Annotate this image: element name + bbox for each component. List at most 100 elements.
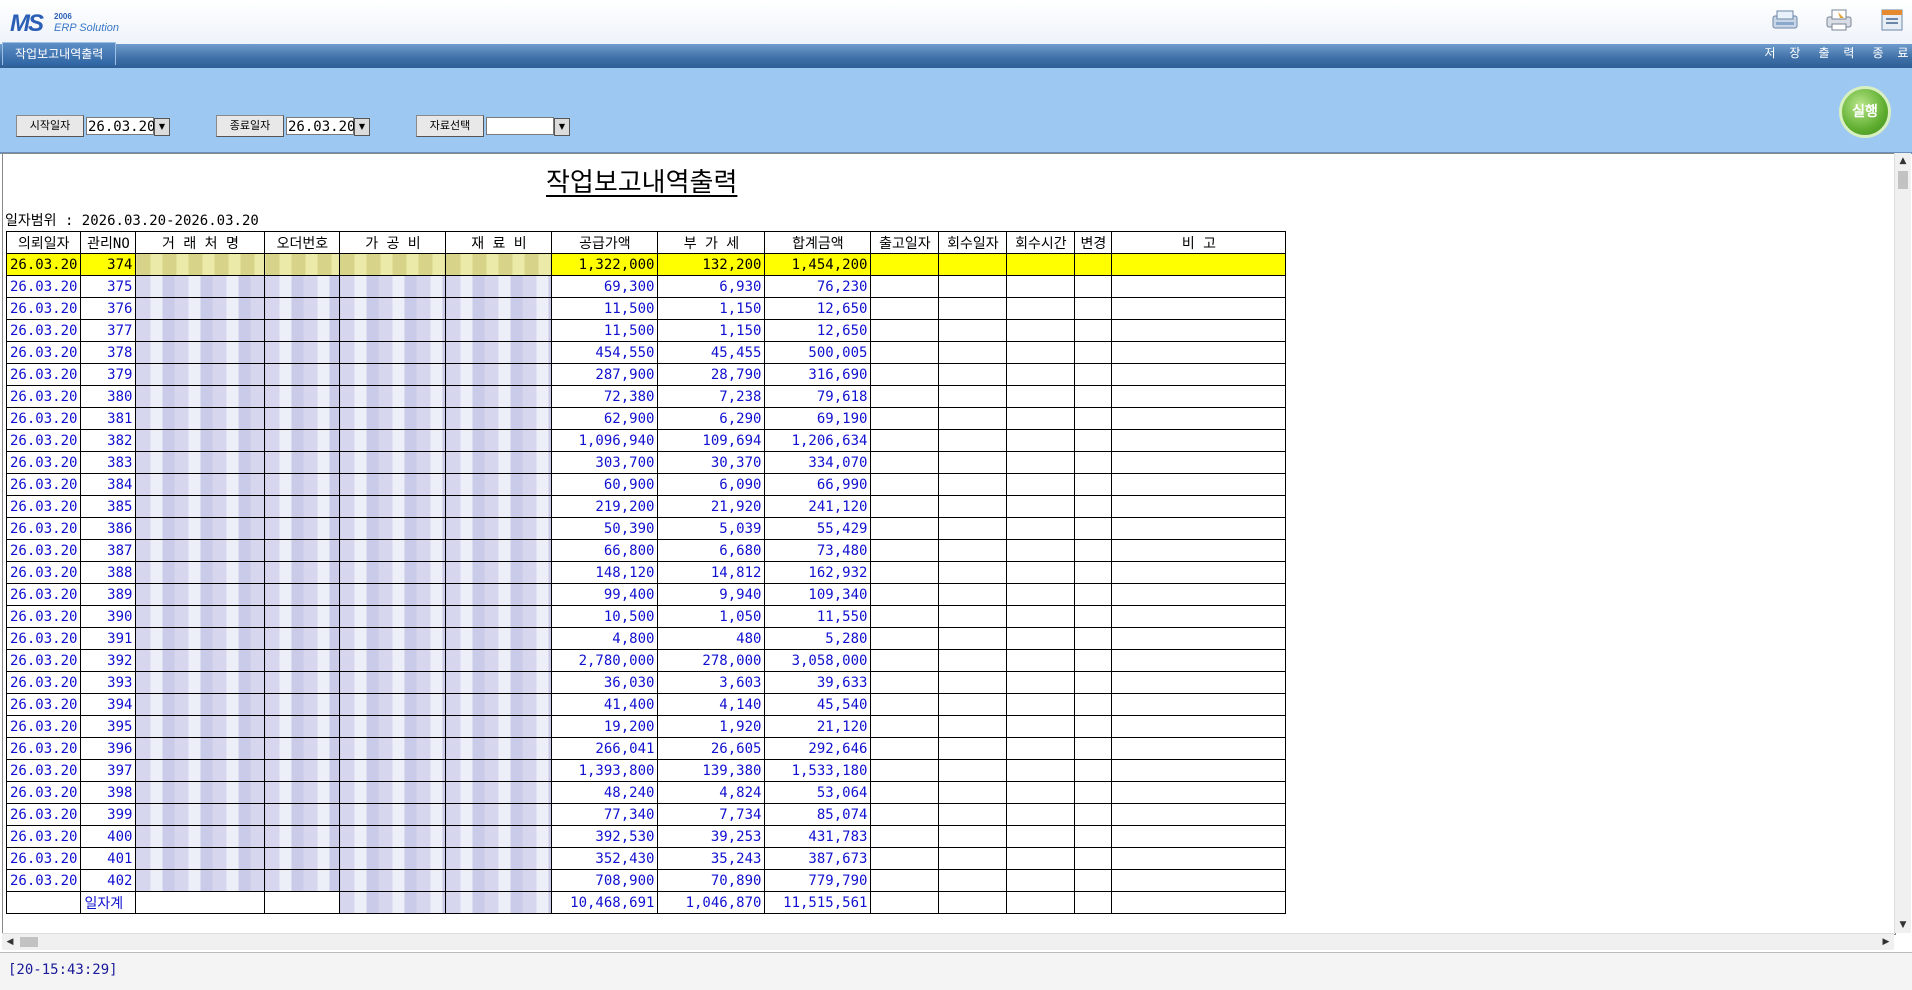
column-header[interactable]: 오더번호 [264, 231, 341, 254]
table-row[interactable]: 26.03.20 382 1,096,940 109,694 1,206,634 [5, 429, 1287, 452]
column-header[interactable]: 변경 [1074, 231, 1113, 254]
table-row[interactable]: 26.03.20 374 1,322,000 132,200 1,454,200 [5, 253, 1287, 276]
table-row[interactable]: 26.03.20 393 36,030 3,603 39,633 [5, 671, 1287, 694]
start-date-field[interactable]: 26.03.20 [86, 117, 155, 135]
cell-no: 402 [80, 869, 137, 892]
cell-change [1074, 561, 1113, 584]
start-date-dropdown[interactable]: ▼ [154, 118, 170, 136]
cell-date: 26.03.20 [5, 275, 82, 298]
column-header[interactable]: 거 래 처 명 [135, 231, 266, 254]
scroll-thumb[interactable] [1898, 171, 1908, 189]
cell-return-time [1006, 803, 1076, 826]
table-row[interactable]: 26.03.20 392 2,780,000 278,000 3,058,000 [5, 649, 1287, 672]
table-row[interactable]: 26.03.20 395 19,200 1,920 21,120 [5, 715, 1287, 738]
column-header[interactable]: 비 고 [1111, 231, 1287, 254]
cell-no: 378 [80, 341, 137, 364]
total-ship [870, 891, 940, 914]
table-row[interactable]: 26.03.20 398 48,240 4,824 53,064 [5, 781, 1287, 804]
end-date-dropdown[interactable]: ▼ [354, 118, 370, 136]
report-title: 작업보고내역출력 [546, 168, 738, 198]
cell-supply: 352,430 [551, 847, 659, 870]
table-row[interactable]: 26.03.20 376 11,500 1,150 12,650 [5, 297, 1287, 320]
horizontal-scrollbar[interactable]: ◀ ▶ [2, 933, 1894, 950]
cell-date: 26.03.20 [5, 429, 82, 452]
table-row[interactable]: 26.03.20 378 454,550 45,455 500,005 [5, 341, 1287, 364]
scroll-down-icon[interactable]: ▼ [1895, 917, 1911, 933]
column-header[interactable]: 재 료 비 [445, 231, 553, 254]
cell-ship [870, 319, 940, 342]
column-header[interactable]: 관리NO [80, 231, 137, 254]
cell-change [1074, 385, 1113, 408]
cell-return-time [1006, 341, 1076, 364]
column-header[interactable]: 회수일자 [938, 231, 1008, 254]
table-row[interactable]: 26.03.20 381 62,900 6,290 69,190 [5, 407, 1287, 430]
cell-date: 26.03.20 [5, 341, 82, 364]
tab-work-report[interactable]: 작업보고내역출력 [2, 42, 117, 65]
table-row[interactable]: 26.03.20 383 303,700 30,370 334,070 [5, 451, 1287, 474]
table-row[interactable]: 26.03.20 391 4,800 480 5,280 [5, 627, 1287, 650]
cell-ship [870, 495, 940, 518]
vertical-scrollbar[interactable]: ▲ ▼ [1894, 153, 1911, 933]
column-header[interactable]: 출고일자 [870, 231, 940, 254]
cell-note [1111, 319, 1287, 342]
table-row[interactable]: 26.03.20 379 287,900 28,790 316,690 [5, 363, 1287, 386]
table-row[interactable]: 26.03.20 388 148,120 14,812 162,932 [5, 561, 1287, 584]
cell-no: 400 [80, 825, 137, 848]
exit-button[interactable]: 종 료 [1870, 8, 1912, 62]
run-button[interactable]: 실행 [1839, 86, 1891, 138]
table-row[interactable]: 26.03.20 399 77,340 7,734 85,074 [5, 803, 1287, 826]
table-row[interactable]: 26.03.20 394 41,400 4,140 45,540 [5, 693, 1287, 716]
cell-date: 26.03.20 [5, 363, 82, 386]
table-row[interactable]: 26.03.20 385 219,200 21,920 241,120 [5, 495, 1287, 518]
column-header[interactable]: 가 공 비 [339, 231, 447, 254]
column-header[interactable]: 합계금액 [764, 231, 872, 254]
cell-ship [870, 539, 940, 562]
data-select-dropdown[interactable]: ▼ [554, 118, 570, 136]
table-row[interactable]: 26.03.20 380 72,380 7,238 79,618 [5, 385, 1287, 408]
data-select-field[interactable] [486, 117, 554, 135]
scroll-left-icon[interactable]: ◀ [2, 934, 18, 950]
cell-note [1111, 715, 1287, 738]
cell-date: 26.03.20 [5, 539, 82, 562]
print-button[interactable]: 출 력 [1816, 8, 1862, 62]
scroll-right-icon[interactable]: ▶ [1878, 934, 1894, 950]
end-date-field[interactable]: 26.03.20 [286, 117, 355, 135]
cell-material [445, 253, 553, 276]
table-row[interactable]: 26.03.20 397 1,393,800 139,380 1,533,180 [5, 759, 1287, 782]
total-return-date [938, 891, 1008, 914]
scroll-up-icon[interactable]: ▲ [1895, 153, 1911, 169]
cell-material [445, 517, 553, 540]
column-header[interactable]: 회수시간 [1006, 231, 1076, 254]
column-header[interactable]: 의뢰일자 [5, 231, 82, 254]
table-row[interactable]: 26.03.20 387 66,800 6,680 73,480 [5, 539, 1287, 562]
table-row[interactable]: 26.03.20 375 69,300 6,930 76,230 [5, 275, 1287, 298]
save-icon [1772, 10, 1798, 29]
table-row[interactable]: 26.03.20 400 392,530 39,253 431,783 [5, 825, 1287, 848]
table-row[interactable]: 26.03.20 396 266,041 26,605 292,646 [5, 737, 1287, 760]
data-select-label: 자료선택 [416, 115, 484, 137]
cell-change [1074, 847, 1113, 870]
logo-year: 2006 [54, 12, 72, 21]
cell-vat: 5,039 [657, 517, 766, 540]
column-header[interactable]: 부 가 세 [657, 231, 766, 254]
cell-client [135, 517, 266, 540]
column-header[interactable]: 공급가액 [551, 231, 659, 254]
cell-vat: 4,140 [657, 693, 766, 716]
scroll-thumb[interactable] [20, 937, 38, 947]
cell-supply: 72,380 [551, 385, 659, 408]
table-row[interactable]: 26.03.20 384 60,900 6,090 66,990 [5, 473, 1287, 496]
table-row[interactable]: 26.03.20 401 352,430 35,243 387,673 [5, 847, 1287, 870]
table-row[interactable]: 26.03.20 389 99,400 9,940 109,340 [5, 583, 1287, 606]
table-row[interactable]: 26.03.20 377 11,500 1,150 12,650 [5, 319, 1287, 342]
cell-change [1074, 671, 1113, 694]
cell-vat: 480 [657, 627, 766, 650]
table-row[interactable]: 26.03.20 386 50,390 5,039 55,429 [5, 517, 1287, 540]
table-row[interactable]: 26.03.20 402 708,900 70,890 779,790 [5, 869, 1287, 892]
cell-date: 26.03.20 [5, 649, 82, 672]
cell-note [1111, 407, 1287, 430]
cell-supply: 11,500 [551, 297, 659, 320]
cell-return-date [938, 451, 1008, 474]
cell-client [135, 319, 266, 342]
table-row[interactable]: 26.03.20 390 10,500 1,050 11,550 [5, 605, 1287, 628]
save-button[interactable]: 저 장 [1762, 8, 1808, 62]
